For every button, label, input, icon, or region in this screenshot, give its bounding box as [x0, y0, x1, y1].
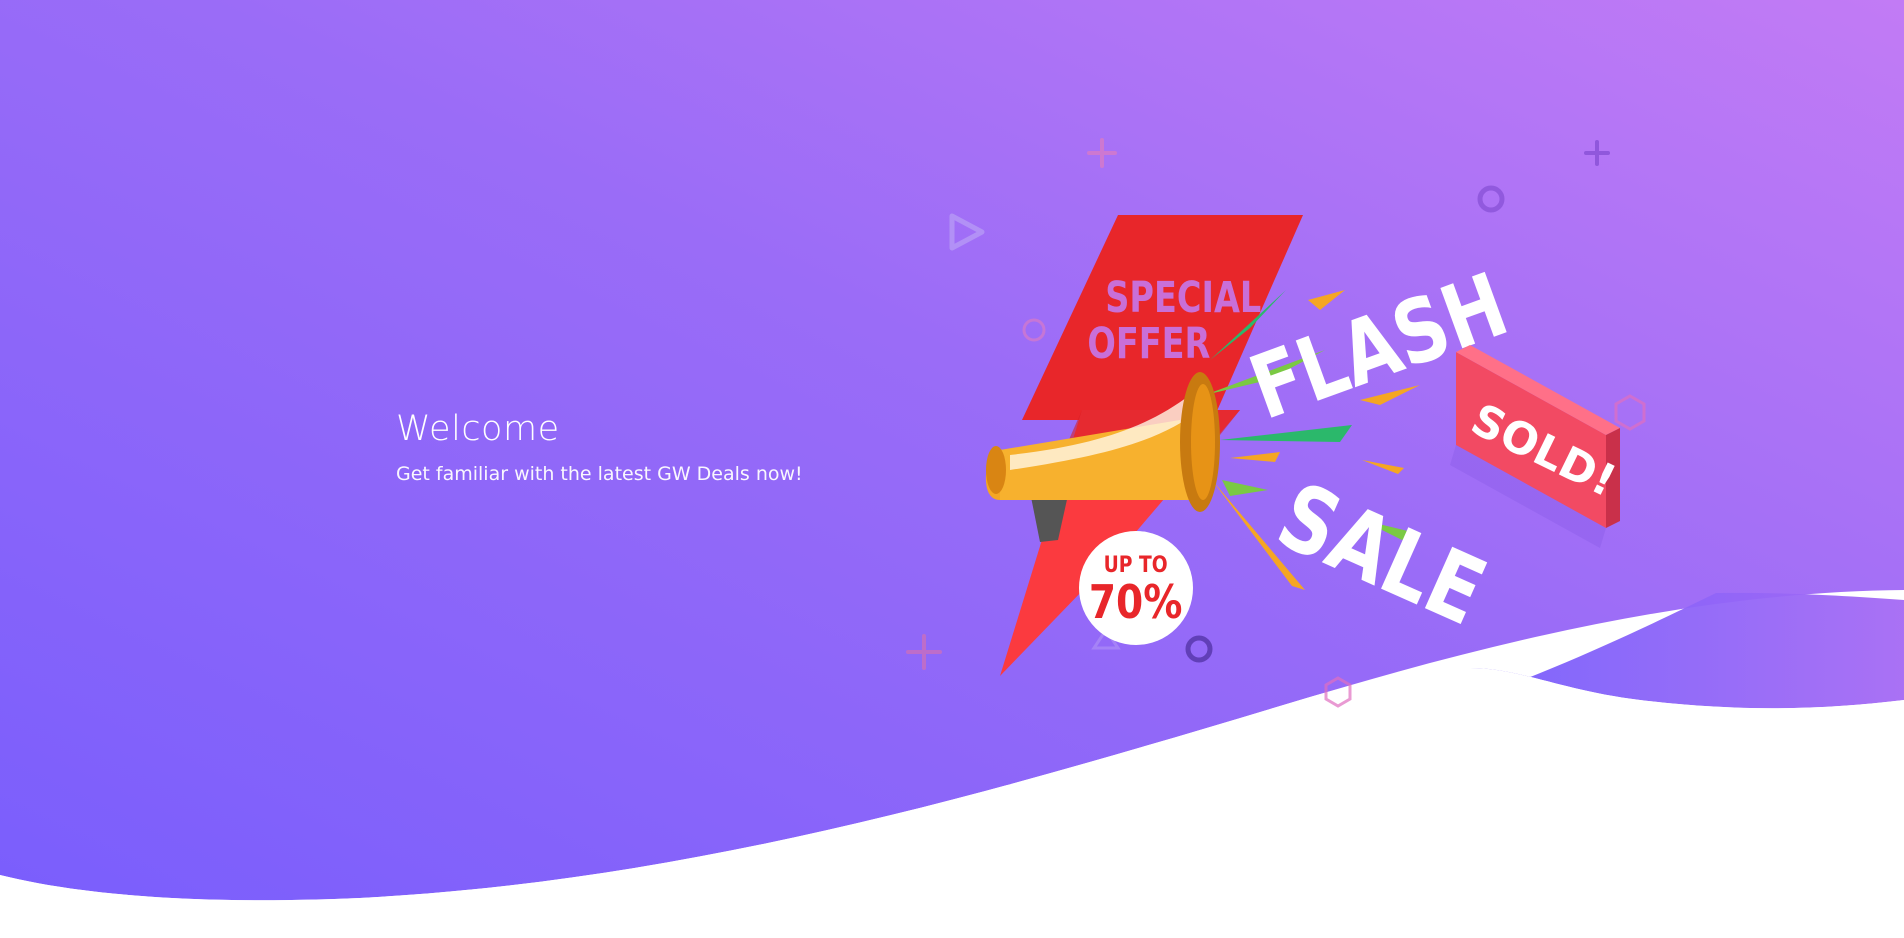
welcome-block: Welcome Get familiar with the latest GW …	[396, 408, 803, 486]
page-subtitle: Get familiar with the latest GW Deals no…	[396, 463, 803, 485]
hero-banner: Welcome Get familiar with the latest GW …	[0, 0, 1904, 938]
page-title: Welcome	[396, 409, 560, 449]
hero-background	[0, 0, 1904, 938]
